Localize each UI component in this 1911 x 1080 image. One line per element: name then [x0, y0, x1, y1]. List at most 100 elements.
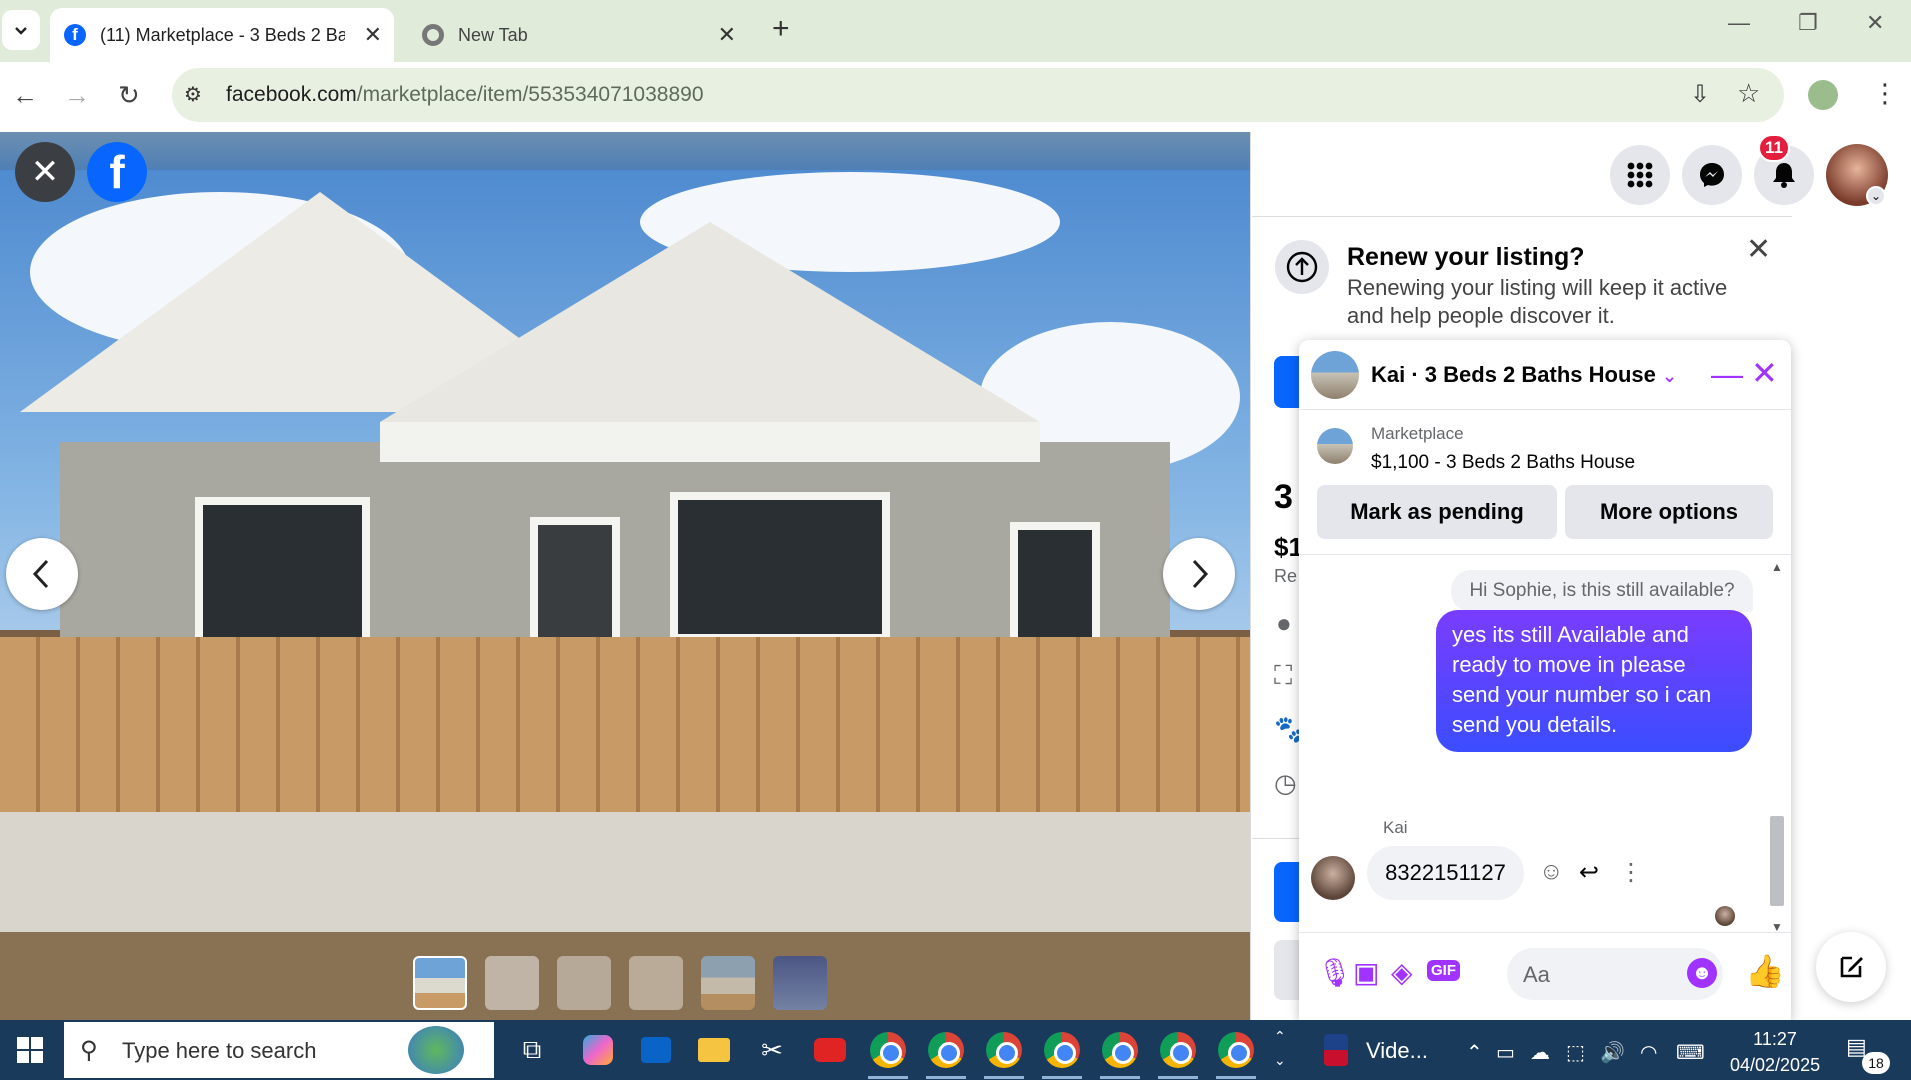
clock-icon: ◷: [1274, 768, 1297, 798]
site-info-icon[interactable]: ⚙: [184, 82, 202, 107]
tab-marketplace[interactable]: f (11) Marketplace - 3 Beds 2 Baths ✕: [50, 8, 394, 62]
back-icon[interactable]: ←: [12, 80, 38, 111]
onedrive-cloud-icon[interactable]: ☁: [1530, 1040, 1550, 1065]
meet-now-icon[interactable]: ⬚: [1566, 1040, 1585, 1065]
running-indicator: [926, 1076, 966, 1079]
renew-dismiss-button[interactable]: ✕: [1746, 232, 1771, 267]
house-window: [195, 497, 370, 647]
scroll-up-icon[interactable]: ▲: [1771, 560, 1783, 574]
close-chat-icon[interactable]: ✕: [1751, 354, 1778, 392]
listing-title-peek: 3: [1274, 478, 1293, 516]
photo-thumbnail[interactable]: [701, 956, 755, 1010]
more-actions-icon[interactable]: ⋮: [1619, 858, 1643, 887]
running-indicator: [1100, 1076, 1140, 1079]
chat-avatar: [1311, 351, 1359, 399]
more-options-button[interactable]: More options: [1565, 485, 1773, 539]
bookmark-star-icon[interactable]: ☆: [1737, 78, 1760, 109]
message-bubble: Hi Sophie, is this still available?: [1451, 570, 1753, 612]
photo-thumbnail[interactable]: [485, 956, 539, 1010]
device-icon[interactable]: ▭: [1496, 1040, 1515, 1065]
tab-close-icon[interactable]: ✕: [718, 22, 736, 48]
next-photo-button[interactable]: [1163, 538, 1235, 610]
chat-scrollbar-thumb[interactable]: [1770, 816, 1784, 906]
previous-photo-button[interactable]: [6, 538, 78, 610]
photo-thumbnail[interactable]: [629, 956, 683, 1010]
message-bubble-sent: yes its still Available and ready to mov…: [1436, 610, 1752, 752]
install-app-icon[interactable]: ⇩: [1690, 80, 1710, 109]
marketplace-listing-title[interactable]: $1,100 - 3 Beds 2 Baths House: [1371, 452, 1635, 474]
show-hidden-icons[interactable]: ⌃: [1466, 1040, 1483, 1065]
keyboard-icon[interactable]: ⌨: [1676, 1040, 1705, 1065]
location-pin-icon: ●: [1276, 608, 1292, 638]
chevron-left-icon: [32, 559, 49, 589]
notification-count-badge: 11: [1758, 134, 1790, 162]
house-window: [1010, 522, 1100, 652]
windows-logo-icon: [17, 1037, 43, 1063]
house-porch: [380, 422, 1040, 462]
house-roof-right: [380, 222, 1040, 422]
message-bubble-received[interactable]: 8322151127: [1367, 846, 1524, 900]
gif-icon[interactable]: GIF: [1427, 960, 1460, 981]
profile-icon[interactable]: [1808, 80, 1838, 110]
volume-icon[interactable]: 🔊: [1600, 1040, 1625, 1065]
menu-kebab-icon[interactable]: ⋮: [1872, 78, 1898, 109]
menu-grid-button[interactable]: [1610, 145, 1670, 205]
search-highlight-icon[interactable]: [408, 1026, 464, 1074]
forward-icon[interactable]: →: [64, 80, 90, 111]
youtube-app-icon[interactable]: [810, 1030, 850, 1070]
taskbar-search-placeholder: Type here to search: [122, 1038, 317, 1063]
chrome-icon[interactable]: [1042, 1030, 1082, 1070]
restore-window-icon[interactable]: ❐: [1798, 10, 1818, 36]
emoji-icon[interactable]: ☻: [1687, 958, 1717, 988]
photo-thumbnail[interactable]: [773, 956, 827, 1010]
bell-icon: [1773, 163, 1795, 188]
taskbar-clock[interactable]: 11:27 04/02/2025: [1730, 1026, 1820, 1078]
file-explorer-icon[interactable]: [694, 1030, 734, 1070]
chevron-down-icon[interactable]: ⌄: [1662, 366, 1677, 386]
new-message-button[interactable]: [1816, 932, 1886, 1002]
snipping-tool-icon[interactable]: ✂: [752, 1030, 792, 1070]
thumbs-up-icon[interactable]: 👍: [1745, 952, 1785, 990]
messenger-icon: [1700, 163, 1724, 187]
react-smiley-icon[interactable]: ☺: [1539, 858, 1564, 886]
photo-attach-icon[interactable]: ▣: [1353, 956, 1379, 989]
photo-thumbnail[interactable]: [413, 956, 467, 1010]
new-tab-button[interactable]: +: [772, 12, 790, 46]
reply-icon[interactable]: ↩: [1579, 858, 1599, 887]
photo-thumbnail[interactable]: [557, 956, 611, 1010]
wifi-icon[interactable]: ◠: [1640, 1040, 1657, 1065]
taskbar-overflow-icon[interactable]: ⌃ ⌄: [1274, 1024, 1286, 1072]
chrome-icon[interactable]: [1100, 1030, 1140, 1070]
listing-subtitle-peek: Re: [1274, 566, 1298, 586]
chrome-icon[interactable]: [984, 1030, 1024, 1070]
minimize-chat-icon[interactable]: —: [1711, 356, 1743, 393]
sender-avatar[interactable]: [1311, 856, 1355, 900]
chrome-icon[interactable]: [1158, 1030, 1198, 1070]
sticker-icon[interactable]: ◈: [1391, 956, 1413, 989]
copilot-icon[interactable]: [578, 1030, 618, 1070]
start-button[interactable]: [0, 1020, 60, 1080]
chat-title[interactable]: Kai · 3 Beds 2 Baths House ⌄: [1371, 362, 1677, 388]
chevron-down-icon[interactable]: ⌄: [1866, 186, 1886, 206]
facebook-logo-icon[interactable]: f: [87, 142, 147, 202]
tab-close-icon[interactable]: ✕: [364, 22, 382, 48]
mark-as-pending-button[interactable]: Mark as pending: [1317, 485, 1557, 539]
media-widget-label[interactable]: Vide...: [1366, 1038, 1428, 1064]
task-view-icon[interactable]: ⧉: [512, 1030, 552, 1070]
tab-search-button[interactable]: [2, 10, 40, 50]
close-window-icon[interactable]: ✕: [1866, 10, 1884, 36]
url-text[interactable]: facebook.com/marketplace/item/5535340710…: [226, 83, 704, 107]
outlook-icon[interactable]: [636, 1030, 676, 1070]
chrome-icon[interactable]: [1216, 1030, 1256, 1070]
close-viewer-button[interactable]: ✕: [15, 142, 75, 202]
chrome-icon[interactable]: [926, 1030, 966, 1070]
nba-app-icon[interactable]: [1324, 1034, 1348, 1066]
messenger-button[interactable]: [1682, 145, 1742, 205]
chrome-icon[interactable]: [868, 1030, 908, 1070]
tab-new-tab[interactable]: New Tab ✕: [408, 8, 748, 62]
chevron-down-icon: [15, 27, 27, 35]
running-indicator: [1216, 1076, 1256, 1079]
microphone-icon[interactable]: 🎙: [1317, 956, 1353, 989]
minimize-window-icon[interactable]: —: [1728, 10, 1750, 36]
reload-icon[interactable]: ↻: [118, 80, 140, 111]
